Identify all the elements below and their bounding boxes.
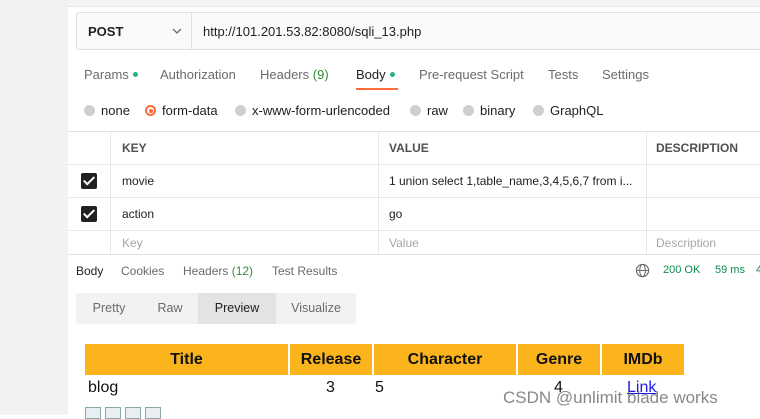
column-genre: Genre [518, 344, 600, 375]
value-placeholder-field[interactable]: Value [379, 231, 647, 255]
tab-authorization[interactable]: Authorization [160, 67, 236, 82]
view-pretty[interactable]: Pretty [76, 293, 142, 324]
row-checkbox[interactable] [81, 173, 97, 189]
table-row: movie 1 union select 1,table_name,3,4,5,… [68, 165, 760, 198]
response-tab-cookies[interactable]: Cookies [121, 264, 164, 278]
radio-label: raw [427, 103, 448, 118]
view-raw[interactable]: Raw [142, 293, 198, 324]
table-header-row: KEY VALUE DESCRIPTION [68, 132, 760, 165]
tab-params[interactable]: Params [84, 67, 138, 82]
row-checkbox[interactable] [81, 206, 97, 222]
tab-label: Pre-request Script [419, 67, 524, 82]
table-row: action go [68, 198, 760, 231]
view-mode-selector: Pretty Raw Preview Visualize [76, 293, 356, 324]
cell-release: 3 [326, 379, 335, 396]
key-placeholder-field[interactable]: Key [111, 231, 379, 255]
key-field[interactable]: action [111, 198, 379, 230]
globe-icon[interactable] [635, 263, 650, 278]
response-tabs: Body Cookies Headers (12) Test Results 2… [68, 254, 760, 287]
method-select[interactable]: POST [77, 13, 192, 49]
radio-circle [463, 105, 474, 116]
broken-image-icon [125, 407, 141, 419]
tab-label: Settings [602, 67, 649, 82]
description-field[interactable] [647, 198, 760, 230]
value-field[interactable]: go [379, 198, 647, 230]
radio-circle [533, 105, 544, 116]
radio-graphql[interactable]: GraphQL [533, 103, 603, 118]
header-value: VALUE [379, 132, 647, 164]
tab-count: (12) [231, 264, 254, 278]
description-placeholder-field[interactable]: Description [647, 231, 760, 255]
cell-title: blog [88, 379, 119, 396]
sidebar-strip [0, 0, 68, 415]
radio-form-data[interactable]: form-data [145, 103, 218, 118]
active-tab-indicator [356, 88, 398, 90]
response-tab-test-results[interactable]: Test Results [272, 264, 337, 278]
broken-image-icon [85, 407, 101, 419]
header-checkbox-cell [68, 132, 111, 164]
radio-raw[interactable]: raw [410, 103, 448, 118]
column-release: Release [290, 344, 372, 375]
radio-label: form-data [162, 103, 218, 118]
value-field[interactable]: 1 union select 1,table_name,3,4,5,6,7 fr… [379, 165, 647, 197]
tab-headers[interactable]: Headers (9) [260, 67, 329, 82]
tab-label: Params [84, 67, 129, 82]
response-tab-body[interactable]: Body [76, 264, 103, 278]
tab-tests[interactable]: Tests [548, 67, 578, 82]
response-tab-headers[interactable]: Headers (12) [183, 264, 253, 278]
watermark: CSDN @unlimit blade works [503, 388, 718, 407]
radio-binary[interactable]: binary [463, 103, 515, 118]
top-tab-strip [68, 0, 760, 7]
tab-label: Headers [183, 264, 229, 278]
key-field[interactable]: movie [111, 165, 379, 197]
radio-label: none [101, 103, 130, 118]
radio-x-www-form-urlencoded[interactable]: x-www-form-urlencoded [235, 103, 390, 118]
broken-image-icon [105, 407, 121, 419]
column-character: Character [374, 344, 516, 375]
tab-pre-request-script[interactable]: Pre-request Script [419, 67, 524, 82]
url-input[interactable]: http://101.201.53.82:8080/sqli_13.php [203, 24, 421, 39]
response-size[interactable]: 4 [756, 264, 760, 276]
radio-label: GraphQL [550, 103, 604, 118]
header-description: DESCRIPTION [656, 141, 739, 155]
tab-label: Body [356, 67, 386, 82]
view-preview[interactable]: Preview [198, 293, 276, 324]
row-checkbox-cell [68, 165, 111, 197]
radio-label: x-www-form-urlencoded [252, 103, 390, 118]
radio-label: binary [480, 103, 516, 118]
row-checkbox-cell [68, 231, 111, 255]
tab-label: Tests [548, 67, 579, 82]
row-checkbox-cell [68, 198, 111, 230]
tab-label: Headers [260, 67, 310, 82]
cell-character: 5 [375, 379, 384, 396]
radio-circle [84, 105, 95, 116]
tab-settings[interactable]: Settings [602, 67, 649, 82]
tab-label: Authorization [160, 67, 236, 82]
chevron-down-icon [172, 28, 182, 34]
request-url-bar: POST http://101.201.53.82:8080/sqli_13.p… [76, 12, 760, 50]
radio-none[interactable]: none [84, 103, 130, 118]
column-title: Title [85, 344, 288, 375]
broken-image-icon [145, 407, 161, 419]
description-field[interactable] [647, 165, 760, 197]
tab-count: (9) [312, 67, 329, 82]
status-code[interactable]: 200 OK [663, 264, 700, 276]
form-data-table: KEY VALUE DESCRIPTION movie 1 union sele… [68, 131, 760, 255]
radio-circle [410, 105, 421, 116]
new-row: Key Value Description [68, 231, 760, 255]
method-label: POST [88, 24, 124, 39]
radio-circle [235, 105, 246, 116]
status-dot [132, 72, 138, 77]
status-dot [389, 72, 395, 77]
view-visualize[interactable]: Visualize [276, 293, 356, 324]
tab-body[interactable]: Body [356, 67, 395, 82]
radio-circle-selected [145, 105, 156, 116]
response-time[interactable]: 59 ms [715, 264, 745, 276]
header-key: KEY [111, 132, 379, 164]
column-imdb: IMDb [602, 344, 684, 375]
